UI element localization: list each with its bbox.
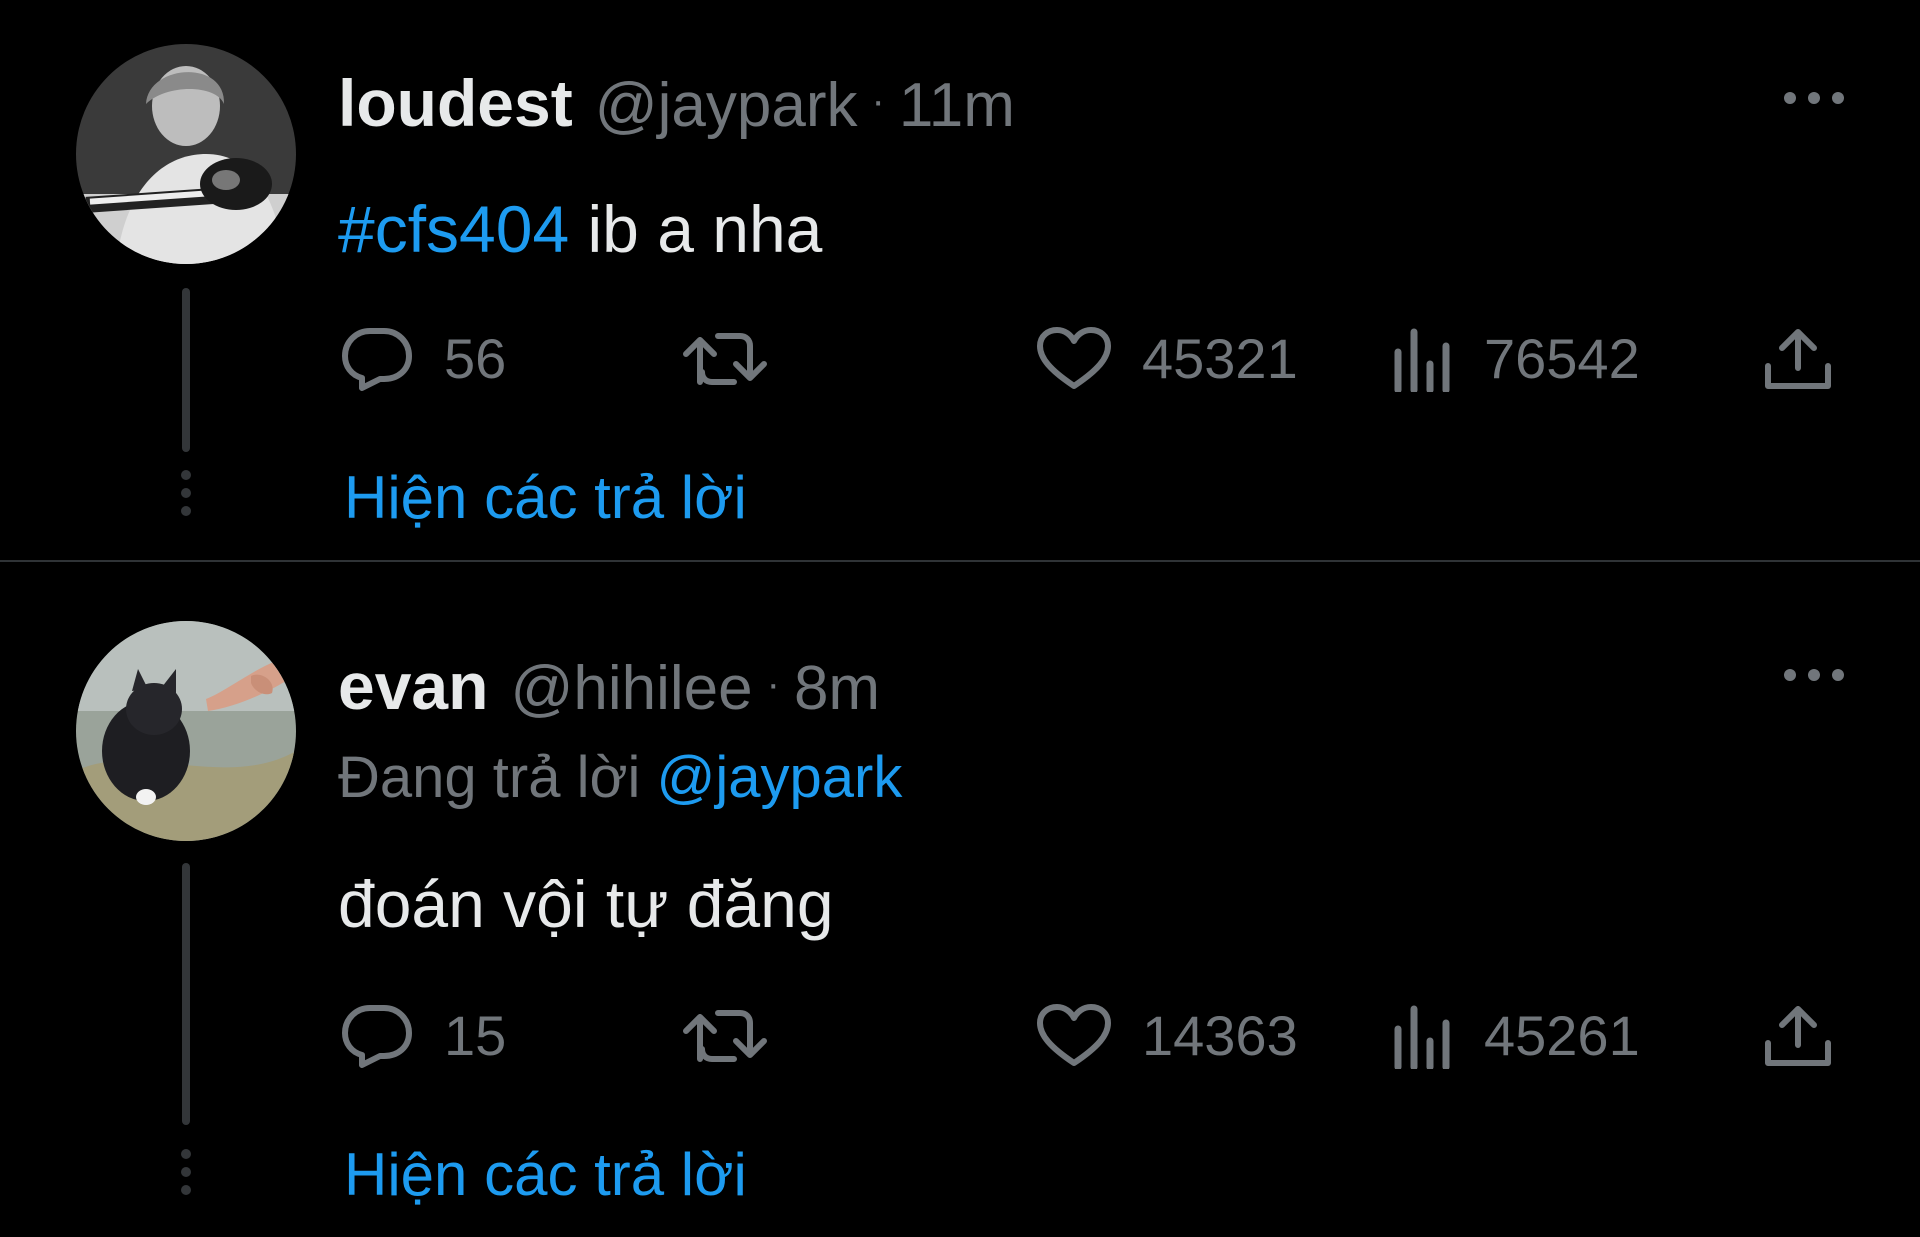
share-button[interactable]	[1762, 1003, 1834, 1069]
thread-line	[182, 288, 190, 452]
separator: ·	[766, 662, 780, 706]
timestamp[interactable]: 8m	[794, 654, 880, 723]
like-icon	[1037, 1004, 1111, 1066]
mention-link[interactable]: @jaypark	[657, 745, 903, 810]
like-button[interactable]: 14363	[1036, 1003, 1298, 1069]
avatar-image	[76, 621, 296, 841]
tweet-header: loudest @jaypark · 11m	[338, 70, 1015, 137]
tweet-header: evan @hihilee · 8m	[338, 653, 880, 720]
show-replies-link[interactable]: Hiện các trả lời	[344, 1145, 747, 1205]
views-button[interactable]: 76542	[1390, 326, 1640, 392]
tweet-text: #cfs404 ib a nha	[338, 196, 822, 262]
avatar-image	[76, 44, 296, 264]
more-icon[interactable]	[1784, 88, 1844, 108]
reply-icon	[342, 1005, 412, 1068]
reply-button[interactable]: 15	[340, 1003, 506, 1069]
share-button[interactable]	[1762, 326, 1834, 392]
thread-line	[182, 863, 190, 1125]
display-name[interactable]: loudest	[338, 66, 573, 140]
like-button[interactable]: 45321	[1036, 326, 1298, 392]
like-count: 14363	[1142, 1004, 1298, 1067]
replying-to: Đang trả lời @jaypark	[338, 749, 902, 807]
more-icon[interactable]	[1784, 665, 1844, 685]
tweet-text: đoán vội tự đăng	[338, 867, 834, 941]
thread-dots	[181, 470, 191, 524]
retweet-icon	[683, 333, 767, 385]
reply-count: 15	[444, 1004, 507, 1067]
views-count: 45261	[1484, 1004, 1640, 1067]
avatar[interactable]	[76, 621, 296, 841]
share-icon	[1765, 1006, 1831, 1066]
tweet[interactable]: evan @hihilee · 8m Đang trả lời @jaypark đo…	[0, 563, 1920, 1237]
reply-button[interactable]: 56	[340, 326, 506, 392]
views-count: 76542	[1484, 327, 1640, 390]
reply-count: 56	[444, 327, 507, 390]
like-icon	[1037, 327, 1111, 389]
tweet-text-body: ib a nha	[569, 192, 823, 266]
replying-label: Đang trả lời	[338, 745, 657, 810]
user-handle[interactable]: @hihilee	[510, 654, 752, 723]
reply-icon	[342, 328, 412, 391]
divider	[0, 560, 1920, 562]
share-icon	[1765, 329, 1831, 389]
show-replies-link[interactable]: Hiện các trả lời	[344, 468, 747, 528]
views-icon	[1394, 328, 1450, 392]
thread-dots	[181, 1149, 191, 1203]
hashtag-link[interactable]: #cfs404	[338, 192, 569, 266]
avatar[interactable]	[76, 44, 296, 264]
like-count: 45321	[1142, 327, 1298, 390]
tweet[interactable]: loudest @jaypark · 11m #cfs404 ib a nha 56 …	[0, 0, 1920, 560]
display-name[interactable]: evan	[338, 649, 488, 723]
views-icon	[1394, 1005, 1450, 1069]
user-handle[interactable]: @jaypark	[595, 71, 858, 140]
timestamp[interactable]: 11m	[899, 71, 1015, 140]
separator: ·	[871, 79, 885, 123]
retweet-button[interactable]	[680, 1003, 772, 1069]
retweet-icon	[683, 1010, 767, 1062]
views-button[interactable]: 45261	[1390, 1003, 1640, 1069]
retweet-button[interactable]	[680, 326, 772, 392]
